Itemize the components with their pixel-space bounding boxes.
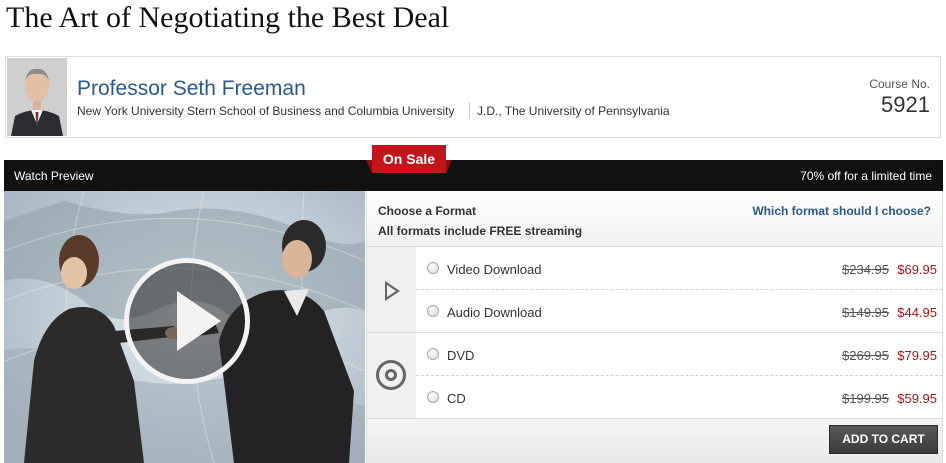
group-icon-column xyxy=(367,247,416,332)
sale-price: $69.95 xyxy=(897,262,937,277)
format-option-row[interactable]: Video Download $234.95 $69.95 xyxy=(416,247,943,290)
format-option-row[interactable]: Audio Download $149.95 $44.95 xyxy=(416,290,943,333)
professor-institution: New York University Stern School of Busi… xyxy=(77,104,455,118)
format-radio[interactable] xyxy=(427,391,439,403)
format-help-link[interactable]: Which format should I choose? xyxy=(752,204,931,218)
play-icon xyxy=(177,291,221,351)
format-group-digital: Video Download $234.95 $69.95 Audio Down… xyxy=(367,247,943,333)
course-number-label: Course No. xyxy=(869,77,930,91)
format-label: CD xyxy=(447,391,466,406)
professor-degree: J.D., The University of Pennsylvania xyxy=(477,104,670,118)
offer-text: 70% off for a limited time xyxy=(800,169,932,183)
play-button[interactable] xyxy=(124,258,250,384)
sale-price: $44.95 xyxy=(897,305,937,320)
professor-card: Professor Seth Freeman New York Universi… xyxy=(5,56,941,138)
original-price: $269.95 xyxy=(842,348,889,363)
professor-name[interactable]: Professor Seth Freeman xyxy=(77,77,306,101)
preview-video[interactable] xyxy=(4,191,365,463)
format-label: DVD xyxy=(447,348,475,363)
badge-fold-right xyxy=(446,160,452,173)
sale-price: $59.95 xyxy=(897,391,937,406)
course-title: The Art of Negotiating the Best Deal xyxy=(6,1,450,34)
play-outline-icon xyxy=(385,281,400,301)
course-number-value: 5921 xyxy=(881,92,930,117)
professor-avatar[interactable] xyxy=(7,58,67,136)
format-radio[interactable] xyxy=(427,305,439,317)
streaming-note: All formats include FREE streaming xyxy=(378,224,583,238)
original-price: $234.95 xyxy=(842,262,889,277)
format-option-row[interactable]: CD $199.95 $59.95 xyxy=(416,376,943,419)
separator xyxy=(469,102,470,118)
sale-price: $79.95 xyxy=(897,348,937,363)
group-icon-column xyxy=(367,333,416,418)
format-option-row[interactable]: DVD $269.95 $79.95 xyxy=(416,333,943,376)
format-label: Video Download xyxy=(447,262,542,277)
format-header: Choose a Format All formats include FREE… xyxy=(367,191,942,247)
original-price: $149.95 xyxy=(842,305,889,320)
choose-format-title: Choose a Format xyxy=(378,204,477,218)
on-sale-badge: On Sale xyxy=(372,145,446,173)
format-label: Audio Download xyxy=(447,305,542,320)
cart-area: ADD TO CART xyxy=(367,419,942,463)
original-price: $199.95 xyxy=(842,391,889,406)
format-radio[interactable] xyxy=(427,262,439,274)
format-radio[interactable] xyxy=(427,348,439,360)
format-panel: Choose a Format All formats include FREE… xyxy=(366,191,943,463)
add-to-cart-button[interactable]: ADD TO CART xyxy=(829,425,938,454)
disc-icon xyxy=(376,360,406,390)
watch-preview-label[interactable]: Watch Preview xyxy=(14,169,94,183)
format-group-physical: DVD $269.95 $79.95 CD $199.95 $59.95 xyxy=(367,333,943,419)
preview-bar: Watch Preview 70% off for a limited time xyxy=(4,160,943,191)
